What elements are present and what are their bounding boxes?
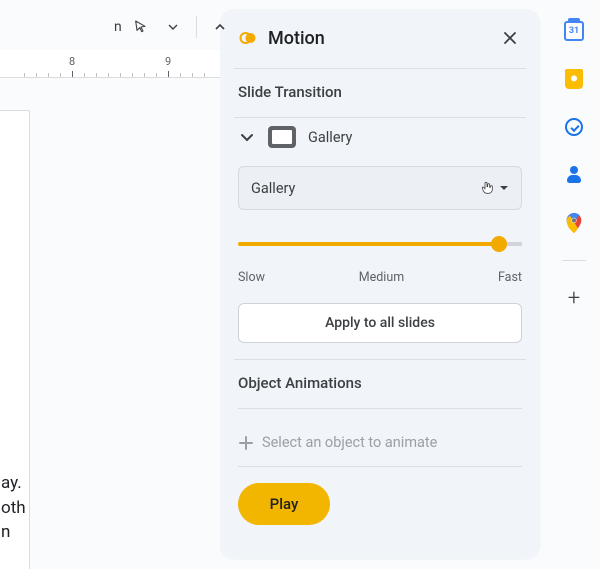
slide-transition-heading: Slide Transition — [220, 69, 540, 117]
divider — [238, 408, 522, 409]
contacts-app-icon[interactable] — [563, 164, 585, 186]
current-transition-name: Gallery — [308, 129, 352, 146]
speed-label-medium: Medium — [359, 270, 404, 285]
dropdown-caret-icon[interactable] — [160, 14, 186, 40]
play-button[interactable]: Play — [238, 483, 330, 525]
toolbar-up-icon[interactable] — [207, 14, 233, 40]
transition-summary-row[interactable]: Gallery — [220, 118, 540, 162]
toolbar-separator — [196, 16, 197, 38]
transition-speed-slider[interactable] — [238, 236, 522, 252]
chevron-down-icon[interactable] — [238, 128, 256, 146]
toolbar-fragment: n — [114, 14, 233, 40]
slide[interactable]: ay. oth n — [0, 110, 30, 569]
maps-app-icon[interactable] — [563, 212, 585, 234]
add-animation-row[interactable]: Select an object to animate — [238, 429, 522, 467]
object-animations-heading: Object Animations — [220, 360, 540, 408]
slide-text-line: oth — [1, 496, 3, 521]
cursor-hand-icon — [479, 179, 495, 197]
slide-canvas-area: n 8 9 — [0, 0, 220, 569]
caret-down-icon — [499, 183, 509, 193]
cursor-tool-icon[interactable] — [128, 14, 154, 40]
rail-divider — [562, 260, 586, 261]
ruler-mark: 9 — [165, 55, 171, 68]
transition-type-select[interactable]: Gallery — [238, 166, 522, 210]
motion-icon — [238, 28, 258, 48]
calendar-app-icon[interactable]: 31 — [563, 20, 585, 42]
slide-thumbnail-icon — [268, 126, 296, 148]
side-panel-rail: 31 + — [548, 0, 600, 569]
tasks-app-icon[interactable] — [563, 116, 585, 138]
panel-title: Motion — [268, 28, 486, 49]
motion-panel: Motion Slide Transition Gallery Gallery — [220, 10, 540, 559]
slider-thumb[interactable] — [491, 236, 507, 252]
toolbar-cutoff-text: n — [114, 19, 122, 35]
slide-text-line: n — [1, 520, 3, 545]
ruler-mark: 8 — [69, 55, 75, 68]
slide-text-line: ay. — [1, 471, 3, 496]
keep-app-icon[interactable] — [563, 68, 585, 90]
speed-label-fast: Fast — [498, 270, 522, 285]
horizontal-ruler: 8 9 — [0, 50, 220, 78]
apply-all-slides-button[interactable]: Apply to all slides — [238, 303, 522, 343]
slide-viewport[interactable]: ay. oth n — [0, 78, 220, 569]
slider-labels: Slow Medium Fast — [220, 256, 540, 301]
close-button[interactable] — [496, 24, 524, 52]
add-animation-placeholder: Select an object to animate — [262, 434, 437, 451]
add-app-button[interactable]: + — [563, 287, 585, 309]
select-value: Gallery — [251, 180, 295, 197]
speed-label-slow: Slow — [238, 270, 265, 285]
plus-icon — [238, 435, 254, 451]
